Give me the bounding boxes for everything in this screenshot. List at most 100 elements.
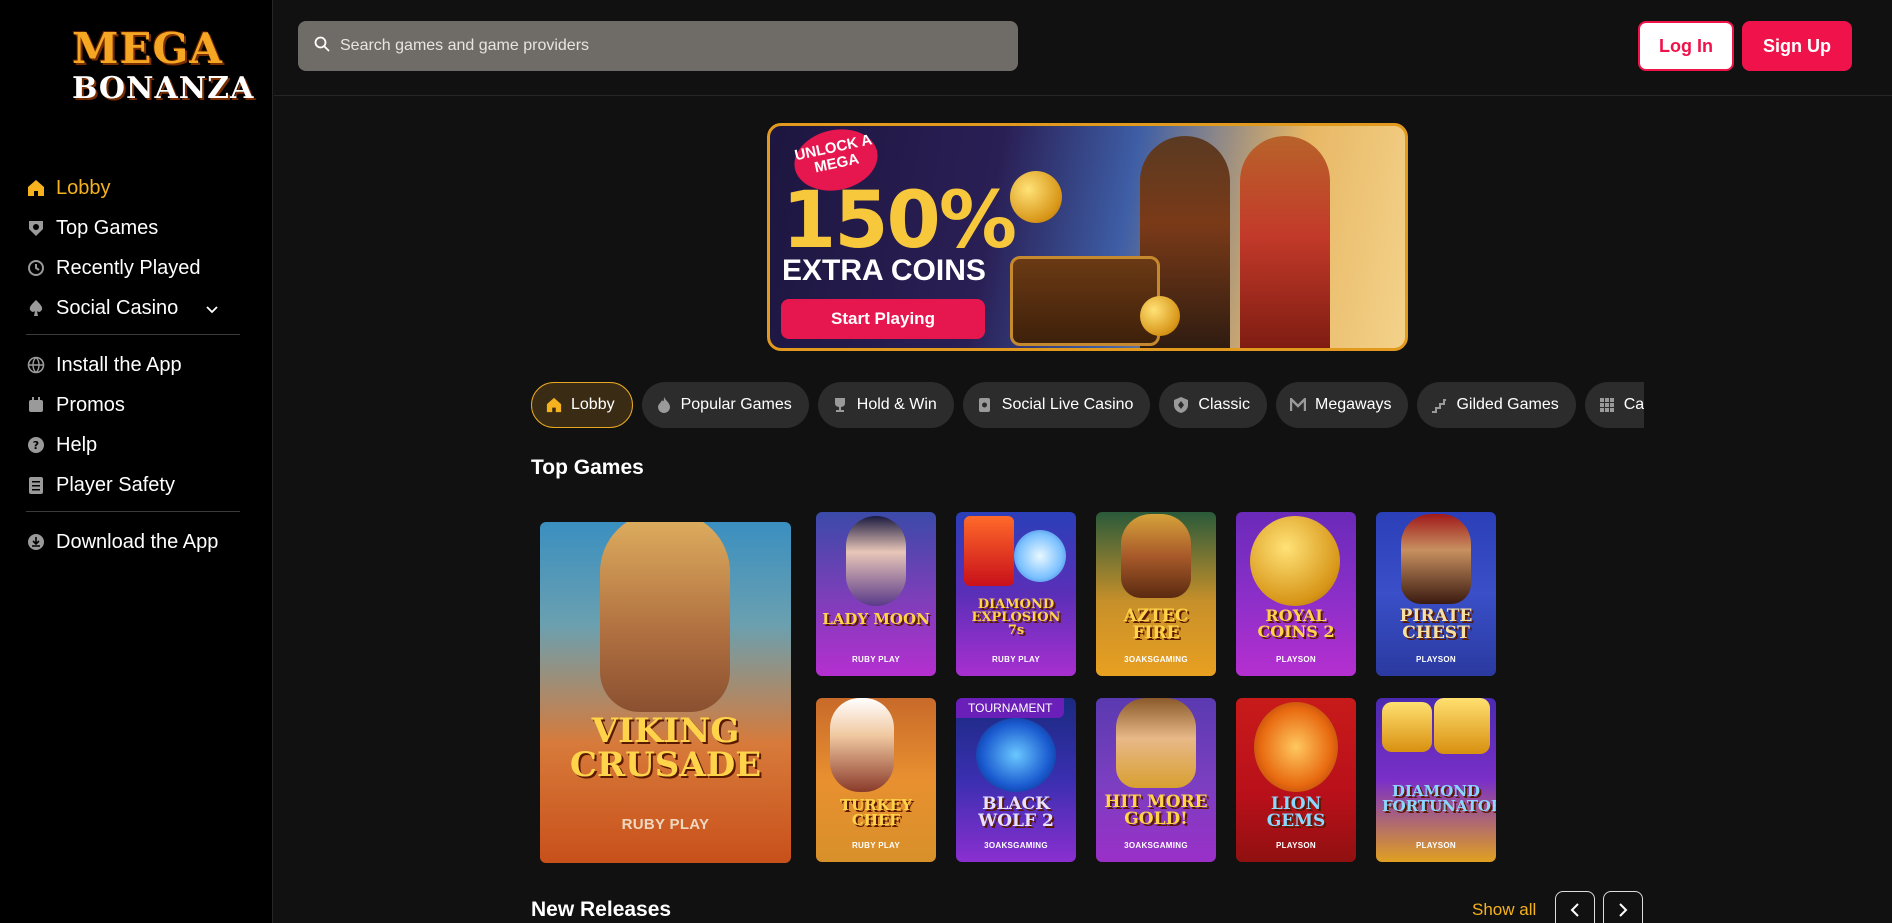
tab-popular-games[interactable]: Popular Games: [641, 382, 809, 428]
tab-gilded-games[interactable]: Gilded Games: [1417, 382, 1576, 428]
sidebar-item-label: Install the App: [56, 353, 182, 376]
sidebar-divider: [26, 511, 240, 512]
sidebar-item-label: Help: [56, 433, 98, 456]
sidebar-item-top-games[interactable]: Top Games: [26, 208, 240, 248]
search-bar[interactable]: [298, 21, 1018, 71]
sidebar-item-install-app[interactable]: Install the App: [26, 345, 240, 385]
tab-lobby[interactable]: Lobby: [531, 382, 633, 428]
sidebar-item-label: Social Casino: [56, 296, 179, 319]
game-art: [846, 516, 906, 606]
help-icon: ?: [26, 435, 46, 455]
tab-cascading[interactable]: Cascading: [1584, 382, 1644, 428]
tab-label: Popular Games: [680, 396, 792, 413]
game-provider: PLAYSON: [1415, 655, 1457, 664]
chevron-left-icon: [1570, 901, 1580, 921]
game-tile[interactable]: TURKEY CHEF RUBY PLAY: [816, 698, 936, 862]
tab-label: Megaways: [1314, 396, 1392, 413]
sidebar-item-recently-played[interactable]: Recently Played: [26, 248, 240, 288]
game-title: BLACK WOLF 2: [978, 794, 1054, 831]
card-icon: [977, 397, 993, 413]
game-art: [1121, 514, 1191, 598]
game-title: TURKEY CHEF: [840, 796, 912, 829]
sidebar-item-label: Top Games: [56, 216, 159, 239]
sidebar-divider: [26, 334, 240, 335]
game-tile[interactable]: DIAMOND EXPLOSION 7s RUBY PLAY: [956, 512, 1076, 676]
game-tile[interactable]: TOURNAMENT BLACK WOLF 2 3OAKSGAMING: [956, 698, 1076, 862]
search-input[interactable]: [340, 37, 980, 55]
cowgirl-figure: [1240, 136, 1330, 348]
sidebar-item-label: Download the App: [56, 530, 219, 553]
sidebar-item-label: Lobby: [56, 176, 111, 199]
game-tile[interactable]: LION GEMS PLAYSON: [1236, 698, 1356, 862]
tab-classic[interactable]: Classic: [1159, 382, 1267, 428]
game-art: [976, 718, 1056, 792]
tab-label: Cascading: [1623, 396, 1644, 413]
sidebar-item-label: Recently Played: [56, 256, 201, 279]
game-title: ROYAL COINS 2: [1257, 606, 1335, 641]
category-tabs: Lobby Popular Games Hold & Win Social Li…: [531, 382, 1644, 428]
home-icon: [546, 397, 562, 413]
game-tile[interactable]: ROYAL COINS 2 PLAYSON: [1236, 512, 1356, 676]
sidebar: MEGA BONANZA Lobby Top Games Recently Pl…: [0, 0, 273, 923]
sidebar-item-download-app[interactable]: Download the App: [26, 522, 240, 562]
spade-icon: [26, 298, 46, 318]
sidebar-item-social-casino[interactable]: Social Casino: [26, 288, 240, 328]
sidebar-item-player-safety[interactable]: Player Safety: [26, 465, 240, 505]
tab-megaways[interactable]: Megaways: [1275, 382, 1409, 428]
game-provider: RUBY PLAY: [851, 841, 901, 850]
game-art: [830, 698, 894, 792]
home-icon: [26, 178, 46, 198]
show-all-link[interactable]: Show all: [1472, 900, 1536, 920]
banner-subheadline: EXTRA COINS: [782, 254, 986, 287]
game-title: HIT MORE GOLD!: [1104, 792, 1208, 829]
game-title: LION GEMS: [1266, 794, 1326, 831]
sidebar-item-help[interactable]: ? Help: [26, 425, 240, 465]
game-tile[interactable]: AZTEC FIRE 3OAKSGAMING: [1096, 512, 1216, 676]
stairs-icon: [1431, 397, 1447, 413]
login-button[interactable]: Log In: [1638, 21, 1734, 71]
treasure-chest-image: [1010, 256, 1160, 346]
promo-banner[interactable]: UNLOCK A MEGA 150% EXTRA COINS Start Pla…: [767, 123, 1408, 351]
logo-line-2: BONANZA: [72, 71, 255, 106]
flame-icon: [656, 397, 672, 413]
tab-hold-win[interactable]: Hold & Win: [817, 382, 954, 428]
game-provider: RUBY PLAY: [621, 816, 710, 833]
next-button[interactable]: [1603, 891, 1643, 923]
game-art: [1014, 530, 1066, 582]
tab-social-live-casino[interactable]: Social Live Casino: [962, 382, 1151, 428]
game-provider: PLAYSON: [1275, 655, 1317, 664]
signup-button[interactable]: Sign Up: [1742, 21, 1852, 71]
top-games-title: Top Games: [531, 456, 644, 479]
game-provider: RUBY PLAY: [991, 655, 1041, 664]
search-icon: [314, 36, 330, 57]
game-art: [1382, 702, 1432, 752]
game-tile-featured[interactable]: VIKING CRUSADE RUBY PLAY: [540, 522, 791, 863]
previous-button[interactable]: [1555, 891, 1595, 923]
sidebar-item-lobby[interactable]: Lobby: [26, 168, 240, 208]
clipboard-icon: [26, 475, 46, 495]
game-title: DIAMOND EXPLOSION 7s: [971, 597, 1061, 638]
svg-text:?: ?: [33, 439, 39, 452]
top-header: Log In Sign Up: [274, 0, 1892, 96]
calendar-icon: [26, 395, 46, 415]
game-tile[interactable]: LADY MOON RUBY PLAY: [816, 512, 936, 676]
tab-label: Hold & Win: [856, 396, 937, 413]
mega-bonanza-logo[interactable]: MEGA BONANZA: [72, 24, 255, 114]
logo-line-1: MEGA: [72, 24, 223, 73]
gold-coin-image: [1140, 296, 1180, 336]
chevron-down-icon[interactable]: [206, 297, 218, 320]
sidebar-item-promos[interactable]: Promos: [26, 385, 240, 425]
game-title: AZTEC FIRE: [1123, 606, 1189, 643]
new-releases-title: New Releases: [531, 898, 672, 921]
m-icon: [1289, 397, 1306, 413]
game-tile[interactable]: DIAMOND FORTUNATOR PLAYSON: [1376, 698, 1496, 862]
tournament-badge: TOURNAMENT: [956, 698, 1065, 718]
game-art: [1116, 698, 1196, 788]
game-tile[interactable]: PIRATE CHEST PLAYSON: [1376, 512, 1496, 676]
sidebar-nav: Lobby Top Games Recently Played Social C…: [26, 168, 240, 562]
game-tile[interactable]: HIT MORE GOLD! 3OAKSGAMING: [1096, 698, 1216, 862]
game-art: [1434, 698, 1490, 754]
start-playing-button[interactable]: Start Playing: [781, 299, 985, 339]
game-art: [1254, 702, 1338, 792]
grid-icon: [1599, 397, 1615, 413]
